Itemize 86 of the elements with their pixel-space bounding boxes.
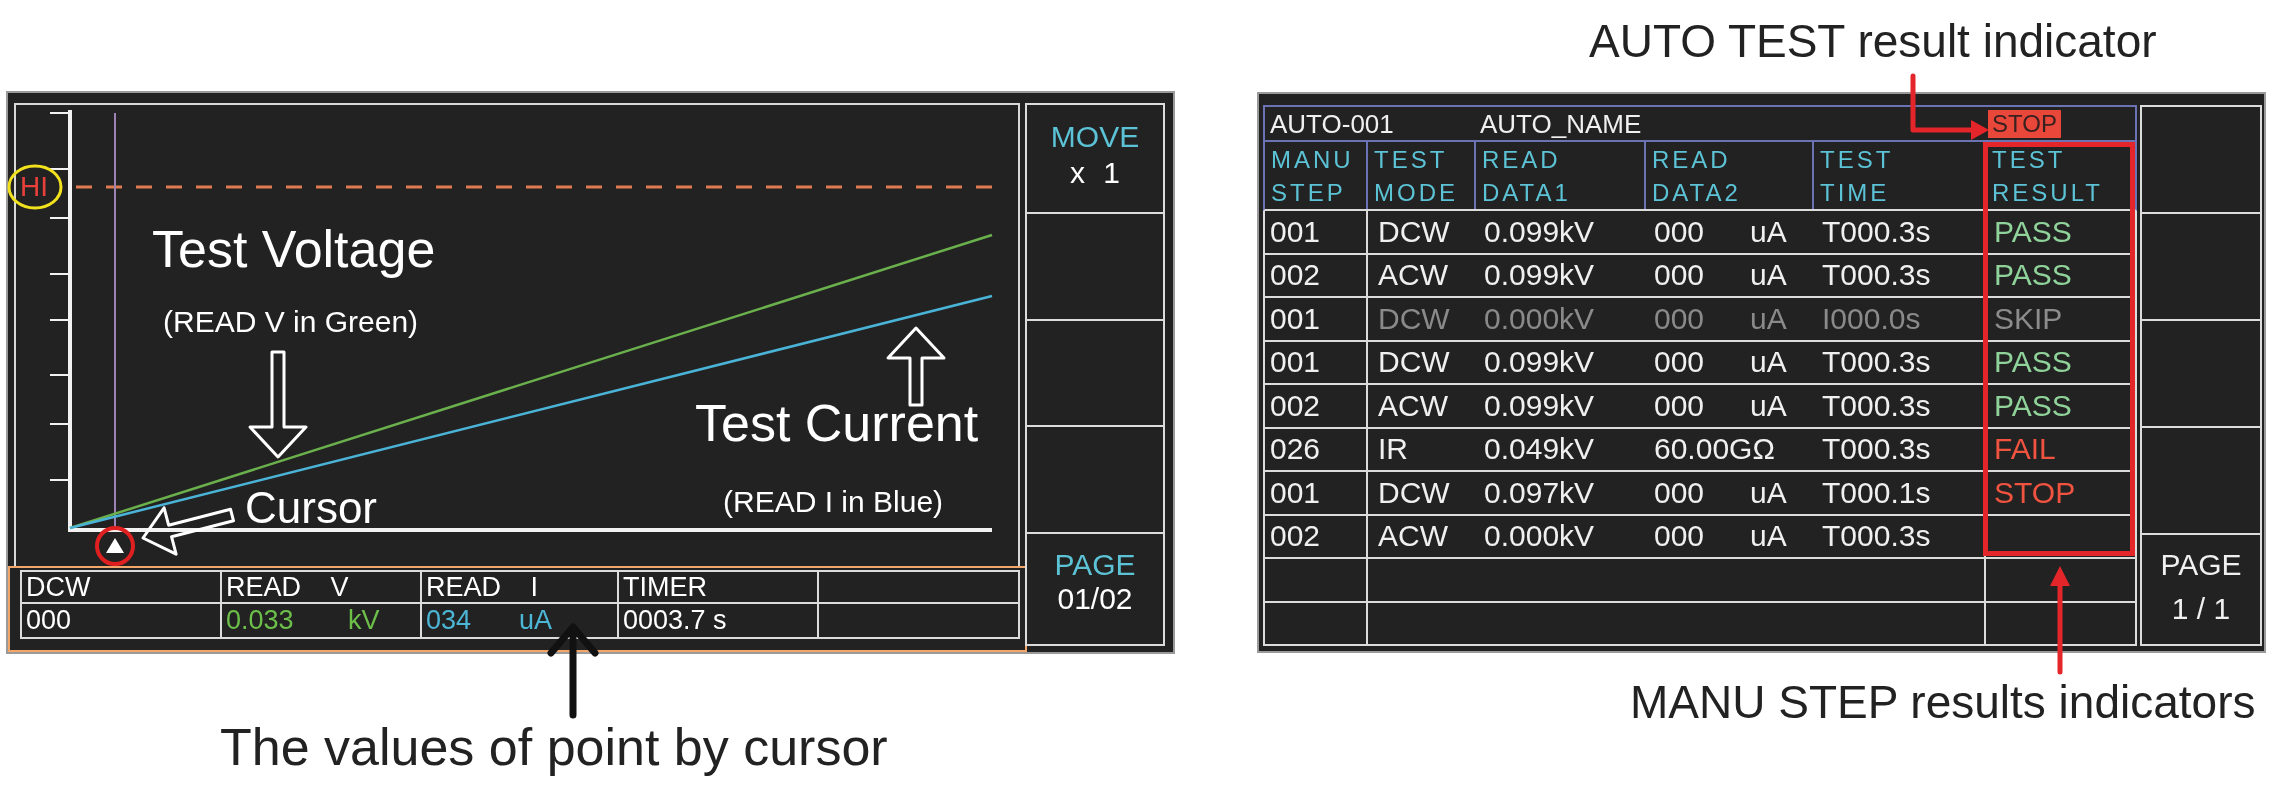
result-badge: STOP — [1988, 109, 2061, 138]
column-header: DCW — [26, 573, 91, 601]
read-data: 0.097kV — [1483, 477, 1596, 508]
read-data: 000 — [1653, 347, 1706, 378]
step-number: 002 — [1270, 390, 1321, 421]
move-softkey[interactable]: MOVE x 1 — [1027, 105, 1163, 212]
highlight-circle — [95, 526, 135, 566]
read-data: 000 — [1653, 303, 1706, 334]
test-mode: DCW — [1377, 216, 1451, 247]
read-data: 0.099kV — [1483, 260, 1596, 291]
step-number: 002 — [1270, 260, 1321, 291]
read-data: 0.099kV — [1483, 347, 1596, 378]
test-result: PASS — [1994, 347, 2072, 378]
read-data: 000 — [1653, 260, 1706, 291]
test-result: PASS — [1994, 260, 2072, 291]
test-mode: IR — [1377, 434, 1409, 465]
unit-label: uA — [1749, 521, 1788, 552]
column-header: TEST MODE — [1374, 145, 1459, 208]
cursor-label: Cursor — [245, 486, 378, 530]
unit-label: uA — [1749, 390, 1788, 421]
test-time: T000.3s — [1821, 521, 1932, 552]
test-mode: ACW — [1377, 390, 1449, 421]
read-data: 000 — [1653, 477, 1706, 508]
unit-label: uA — [1749, 347, 1788, 378]
test-time: I000.0s — [1821, 303, 1922, 334]
auto-name: AUTO_NAME — [1480, 110, 1643, 137]
page-softkey[interactable]: PAGE 1 / 1 — [2142, 535, 2260, 644]
read-data: 0.099kV — [1483, 390, 1596, 421]
test-time: T000.3s — [1821, 216, 1932, 247]
column-header: READ DATA1 — [1482, 145, 1572, 208]
reading-unit: kV — [348, 607, 380, 634]
voltage-note: (READ V in Green) — [163, 307, 419, 337]
read-data: 0.000kV — [1483, 303, 1596, 334]
reading-value: 000 — [26, 607, 72, 634]
unit-label: uA — [1749, 216, 1788, 247]
column-header: TEST RESULT — [1992, 145, 2104, 208]
step-number: 026 — [1270, 434, 1321, 465]
current-title: Test Current — [695, 397, 979, 449]
annotation-caption: MANU STEP results indicators — [1630, 679, 2257, 725]
test-time: T000.1s — [1821, 477, 1932, 508]
read-data: 000 — [1653, 521, 1706, 552]
current-note: (READ I in Blue) — [723, 487, 944, 517]
limit-label: HI — [20, 173, 48, 201]
test-mode: ACW — [1377, 260, 1449, 291]
test-result: STOP — [1994, 477, 2076, 508]
step-number: 002 — [1270, 521, 1321, 552]
column-header: TIMER — [623, 573, 707, 601]
column-header: READ DATA2 — [1652, 145, 1742, 208]
cursor-marker-icon — [106, 538, 124, 553]
step-number: 001 — [1270, 216, 1321, 247]
column-header: READ V — [226, 573, 349, 601]
reading-value: 034 — [426, 607, 473, 634]
test-mode: DCW — [1377, 477, 1451, 508]
reading-value: 0003.7 s — [623, 607, 727, 634]
step-number: 001 — [1270, 347, 1321, 378]
test-result: SKIP — [1994, 303, 2063, 334]
test-time: T000.3s — [1821, 390, 1932, 421]
step-number: 001 — [1270, 477, 1321, 508]
test-time: T000.3s — [1821, 347, 1932, 378]
step-number: 001 — [1270, 303, 1321, 334]
unit-label: uA — [1749, 303, 1788, 334]
test-time: T000.3s — [1821, 260, 1932, 291]
unit-label: uA — [1749, 477, 1788, 508]
read-data: 000 — [1653, 216, 1706, 247]
reading-value: 0.033 — [226, 607, 295, 634]
read-data: 0.000kV — [1483, 521, 1596, 552]
test-mode: DCW — [1377, 303, 1451, 334]
auto-number: AUTO-001 — [1269, 110, 1395, 137]
column-header: TEST TIME — [1820, 145, 1895, 208]
read-data: 0.099kV — [1483, 216, 1596, 247]
read-data: 0.049kV — [1483, 434, 1596, 465]
column-header: READ I — [426, 573, 539, 601]
column-header: MANU STEP — [1271, 145, 1355, 208]
annotation-caption: AUTO TEST result indicator — [1589, 18, 2158, 64]
test-result: PASS — [1994, 390, 2072, 421]
test-result: FAIL — [1994, 434, 2056, 465]
test-time: T000.3s — [1821, 434, 1932, 465]
read-data: 60.00GΩ — [1653, 434, 1776, 465]
test-result: PASS — [1994, 216, 2072, 247]
test-mode: ACW — [1377, 521, 1449, 552]
test-mode: DCW — [1377, 347, 1451, 378]
reading-unit: uA — [519, 607, 553, 634]
highlight-ellipse — [7, 164, 63, 210]
unit-label: uA — [1749, 260, 1788, 291]
read-data: 000 — [1653, 390, 1706, 421]
page-softkey[interactable]: PAGE 01/02 — [1027, 532, 1163, 644]
